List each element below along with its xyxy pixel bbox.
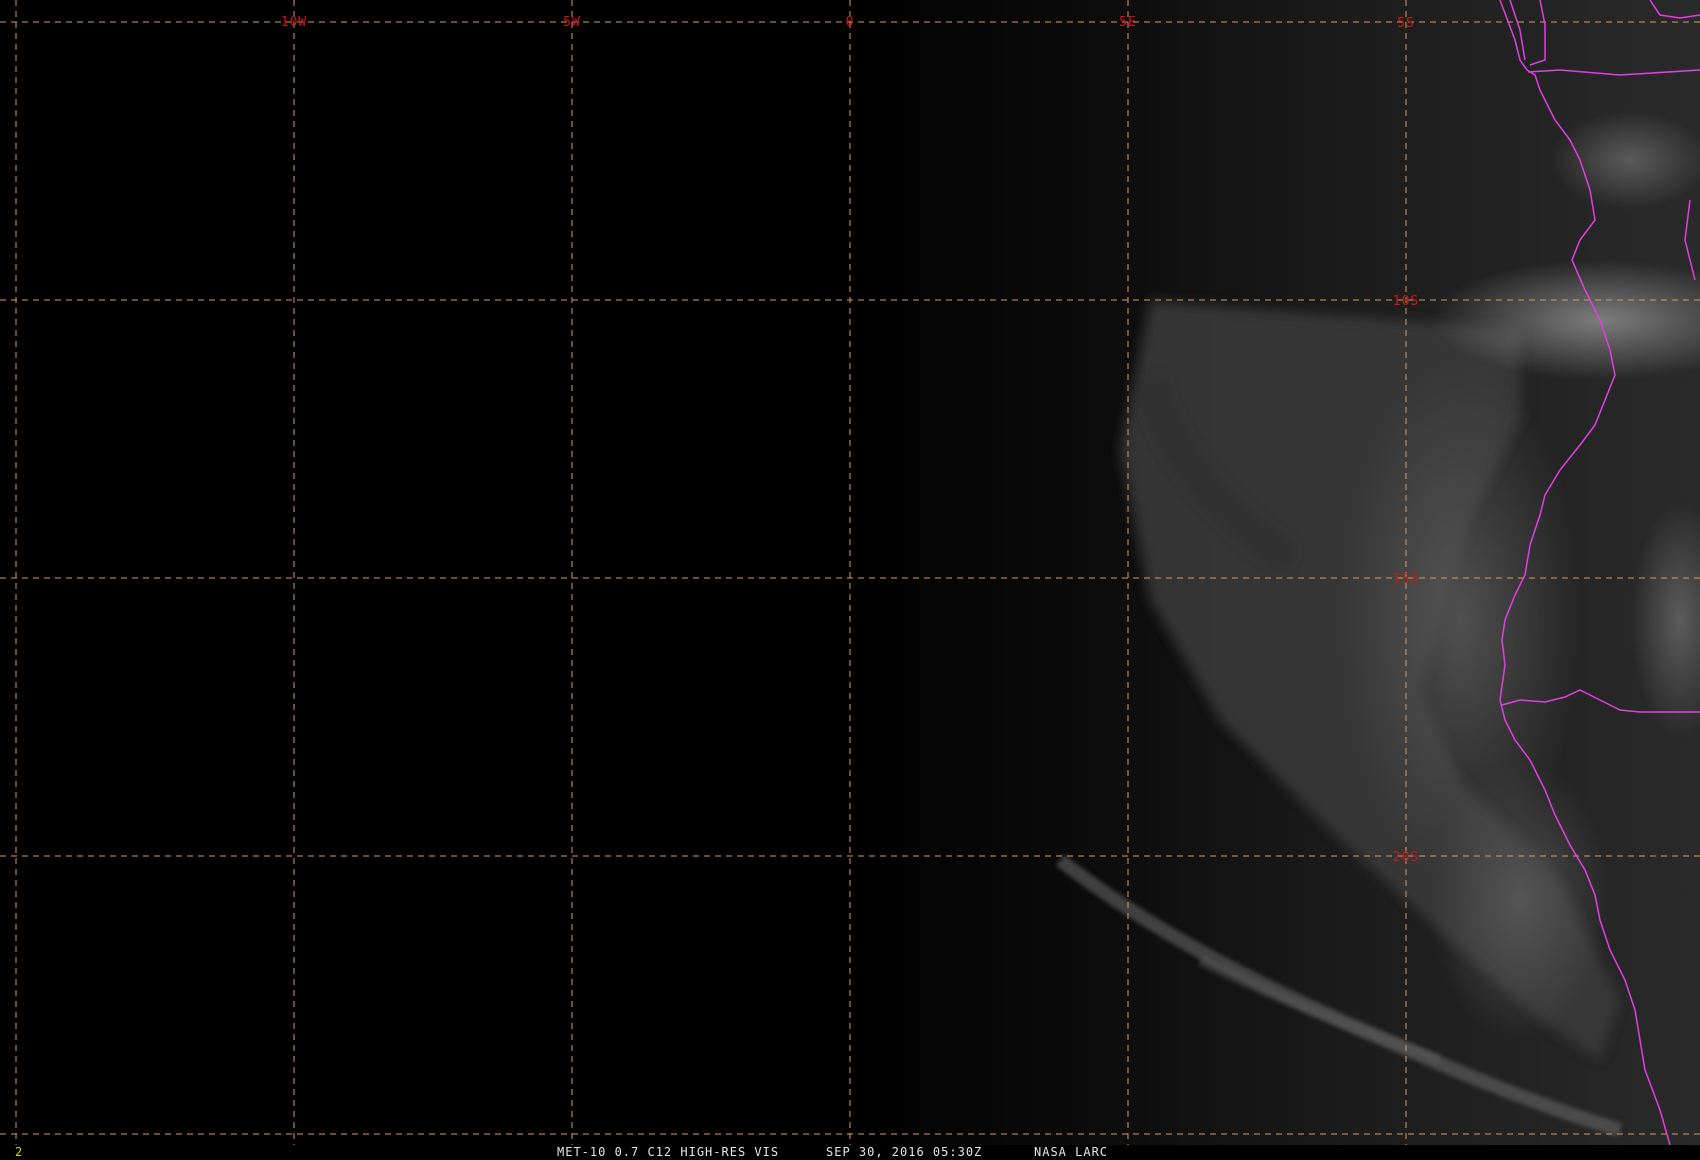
caption-source: NASA LARC (1034, 1145, 1109, 1159)
caption-product: MET-10 0.7 C12 HIGH-RES VIS (557, 1145, 780, 1159)
caption-bar: 2 MET-10 0.7 C12 HIGH-RES VIS SEP 30, 20… (0, 1145, 1700, 1160)
lon-label: 5W (563, 15, 581, 30)
frame-number: 2 (15, 1145, 23, 1159)
cloud-glow-south (1430, 760, 1610, 1040)
lat-label: 5S (1397, 16, 1415, 31)
satellite-map: 10W 5W 0 5E 5S 10S 15S 20S (0, 0, 1700, 1145)
lat-label: 15S (1393, 572, 1419, 587)
lat-label: 10S (1393, 294, 1419, 309)
lon-label: 5E (1119, 15, 1137, 30)
caption-datetime: SEP 30, 2016 05:30Z (826, 1145, 983, 1159)
lon-label: 10W (281, 15, 307, 30)
lon-label: 0 (846, 15, 855, 30)
lat-label: 20S (1393, 850, 1419, 865)
satellite-image-viewer[interactable]: 10W 5W 0 5E 5S 10S 15S 20S 2 MET-10 0.7 … (0, 0, 1700, 1160)
